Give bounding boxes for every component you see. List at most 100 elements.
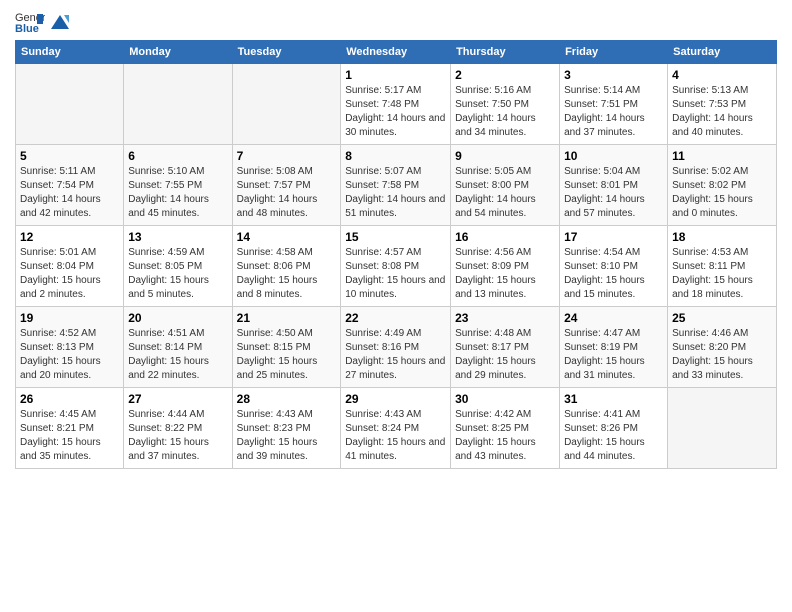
day-number: 22 bbox=[345, 311, 446, 325]
day-info: Sunrise: 5:07 AMSunset: 7:58 PMDaylight:… bbox=[345, 165, 446, 221]
calendar-cell: 28 Sunrise: 4:43 AMSunset: 8:23 PMDayligh… bbox=[232, 388, 341, 469]
day-number: 6 bbox=[128, 149, 227, 163]
calendar-cell bbox=[668, 388, 777, 469]
day-info: Sunrise: 4:54 AMSunset: 8:10 PMDaylight:… bbox=[564, 246, 663, 302]
calendar-cell: 3 Sunrise: 5:14 AMSunset: 7:51 PMDaylight… bbox=[560, 64, 668, 145]
day-number: 1 bbox=[345, 68, 446, 82]
day-number: 20 bbox=[128, 311, 227, 325]
weekday-header-thursday: Thursday bbox=[451, 41, 560, 64]
day-info: Sunrise: 5:08 AMSunset: 7:57 PMDaylight:… bbox=[237, 165, 337, 221]
calendar-cell: 30 Sunrise: 4:42 AMSunset: 8:25 PMDayligh… bbox=[451, 388, 560, 469]
day-number: 23 bbox=[455, 311, 555, 325]
day-number: 3 bbox=[564, 68, 663, 82]
calendar-week-4: 19 Sunrise: 4:52 AMSunset: 8:13 PMDayligh… bbox=[16, 307, 777, 388]
day-info: Sunrise: 4:43 AMSunset: 8:24 PMDaylight:… bbox=[345, 408, 446, 464]
day-info: Sunrise: 5:16 AMSunset: 7:50 PMDaylight:… bbox=[455, 84, 555, 140]
day-number: 29 bbox=[345, 392, 446, 406]
day-number: 28 bbox=[237, 392, 337, 406]
day-info: Sunrise: 4:50 AMSunset: 8:15 PMDaylight:… bbox=[237, 327, 337, 383]
day-number: 9 bbox=[455, 149, 555, 163]
calendar-cell: 17 Sunrise: 4:54 AMSunset: 8:10 PMDayligh… bbox=[560, 226, 668, 307]
calendar-cell: 11 Sunrise: 5:02 AMSunset: 8:02 PMDayligh… bbox=[668, 145, 777, 226]
day-info: Sunrise: 4:51 AMSunset: 8:14 PMDaylight:… bbox=[128, 327, 227, 383]
day-info: Sunrise: 4:47 AMSunset: 8:19 PMDaylight:… bbox=[564, 327, 663, 383]
day-number: 12 bbox=[20, 230, 119, 244]
calendar-cell: 25Sunrise: 4:46 AMSunset: 8:20 PMDayligh… bbox=[668, 307, 777, 388]
calendar-cell: 29 Sunrise: 4:43 AMSunset: 8:24 PMDayligh… bbox=[341, 388, 451, 469]
day-number: 31 bbox=[564, 392, 663, 406]
day-number: 5 bbox=[20, 149, 119, 163]
day-info: Sunrise: 4:49 AMSunset: 8:16 PMDaylight:… bbox=[345, 327, 446, 383]
day-number: 14 bbox=[237, 230, 337, 244]
calendar-cell: 13Sunrise: 4:59 AMSunset: 8:05 PMDayligh… bbox=[124, 226, 232, 307]
calendar-cell: 23 Sunrise: 4:48 AMSunset: 8:17 PMDayligh… bbox=[451, 307, 560, 388]
calendar-cell: 8 Sunrise: 5:07 AMSunset: 7:58 PMDaylight… bbox=[341, 145, 451, 226]
calendar-cell: 20 Sunrise: 4:51 AMSunset: 8:14 PMDayligh… bbox=[124, 307, 232, 388]
day-info: Sunrise: 4:45 AMSunset: 8:21 PMDaylight:… bbox=[20, 408, 119, 464]
calendar-cell: 14Sunrise: 4:58 AMSunset: 8:06 PMDayligh… bbox=[232, 226, 341, 307]
day-info: Sunrise: 4:53 AMSunset: 8:11 PMDaylight:… bbox=[672, 246, 772, 302]
day-number: 2 bbox=[455, 68, 555, 82]
calendar-cell: 16 Sunrise: 4:56 AMSunset: 8:09 PMDayligh… bbox=[451, 226, 560, 307]
day-info: Sunrise: 4:56 AMSunset: 8:09 PMDaylight:… bbox=[455, 246, 555, 302]
calendar-cell: 26 Sunrise: 4:45 AMSunset: 8:21 PMDayligh… bbox=[16, 388, 124, 469]
calendar-week-2: 5Sunrise: 5:11 AMSunset: 7:54 PMDaylight… bbox=[16, 145, 777, 226]
day-info: Sunrise: 4:52 AMSunset: 8:13 PMDaylight:… bbox=[20, 327, 119, 383]
day-number: 25 bbox=[672, 311, 772, 325]
day-number: 11 bbox=[672, 149, 772, 163]
calendar-cell: 5Sunrise: 5:11 AMSunset: 7:54 PMDaylight… bbox=[16, 145, 124, 226]
calendar-cell: 1 Sunrise: 5:17 AMSunset: 7:48 PMDaylight… bbox=[341, 64, 451, 145]
day-number: 27 bbox=[128, 392, 227, 406]
day-info: Sunrise: 5:17 AMSunset: 7:48 PMDaylight:… bbox=[345, 84, 446, 140]
calendar-week-5: 26 Sunrise: 4:45 AMSunset: 8:21 PMDayligh… bbox=[16, 388, 777, 469]
day-number: 30 bbox=[455, 392, 555, 406]
calendar-cell: 24 Sunrise: 4:47 AMSunset: 8:19 PMDayligh… bbox=[560, 307, 668, 388]
day-info: Sunrise: 5:13 AMSunset: 7:53 PMDaylight:… bbox=[672, 84, 772, 140]
weekday-header-friday: Friday bbox=[560, 41, 668, 64]
calendar-cell: 9Sunrise: 5:05 AMSunset: 8:00 PMDaylight… bbox=[451, 145, 560, 226]
day-number: 17 bbox=[564, 230, 663, 244]
day-number: 10 bbox=[564, 149, 663, 163]
logo: General Blue bbox=[15, 10, 70, 34]
calendar-cell bbox=[16, 64, 124, 145]
day-number: 15 bbox=[345, 230, 446, 244]
day-number: 16 bbox=[455, 230, 555, 244]
day-number: 19 bbox=[20, 311, 119, 325]
calendar-cell: 18 Sunrise: 4:53 AMSunset: 8:11 PMDayligh… bbox=[668, 226, 777, 307]
day-number: 26 bbox=[20, 392, 119, 406]
day-info: Sunrise: 5:01 AMSunset: 8:04 PMDaylight:… bbox=[20, 246, 119, 302]
day-number: 18 bbox=[672, 230, 772, 244]
day-info: Sunrise: 4:42 AMSunset: 8:25 PMDaylight:… bbox=[455, 408, 555, 464]
day-info: Sunrise: 4:48 AMSunset: 8:17 PMDaylight:… bbox=[455, 327, 555, 383]
calendar-cell: 12 Sunrise: 5:01 AMSunset: 8:04 PMDayligh… bbox=[16, 226, 124, 307]
day-info: Sunrise: 5:14 AMSunset: 7:51 PMDaylight:… bbox=[564, 84, 663, 140]
day-info: Sunrise: 4:59 AMSunset: 8:05 PMDaylight:… bbox=[128, 246, 227, 302]
day-number: 8 bbox=[345, 149, 446, 163]
calendar-cell bbox=[124, 64, 232, 145]
svg-text:Blue: Blue bbox=[15, 23, 39, 34]
weekday-header-monday: Monday bbox=[124, 41, 232, 64]
day-info: Sunrise: 5:10 AMSunset: 7:55 PMDaylight:… bbox=[128, 165, 227, 221]
day-number: 4 bbox=[672, 68, 772, 82]
weekday-header-sunday: Sunday bbox=[16, 41, 124, 64]
day-info: Sunrise: 4:57 AMSunset: 8:08 PMDaylight:… bbox=[345, 246, 446, 302]
calendar-cell: 7Sunrise: 5:08 AMSunset: 7:57 PMDaylight… bbox=[232, 145, 341, 226]
calendar-week-3: 12 Sunrise: 5:01 AMSunset: 8:04 PMDayligh… bbox=[16, 226, 777, 307]
calendar-cell: 2 Sunrise: 5:16 AMSunset: 7:50 PMDaylight… bbox=[451, 64, 560, 145]
calendar-cell: 19 Sunrise: 4:52 AMSunset: 8:13 PMDayligh… bbox=[16, 307, 124, 388]
day-info: Sunrise: 5:02 AMSunset: 8:02 PMDaylight:… bbox=[672, 165, 772, 221]
day-number: 24 bbox=[564, 311, 663, 325]
page-header: General Blue bbox=[15, 10, 777, 34]
calendar-cell: 6 Sunrise: 5:10 AMSunset: 7:55 PMDaylight… bbox=[124, 145, 232, 226]
weekday-header-row: SundayMondayTuesdayWednesdayThursdayFrid… bbox=[16, 41, 777, 64]
weekday-header-tuesday: Tuesday bbox=[232, 41, 341, 64]
day-info: Sunrise: 4:44 AMSunset: 8:22 PMDaylight:… bbox=[128, 408, 227, 464]
calendar-cell: 4 Sunrise: 5:13 AMSunset: 7:53 PMDaylight… bbox=[668, 64, 777, 145]
calendar-cell: 15 Sunrise: 4:57 AMSunset: 8:08 PMDayligh… bbox=[341, 226, 451, 307]
day-info: Sunrise: 5:04 AMSunset: 8:01 PMDaylight:… bbox=[564, 165, 663, 221]
calendar-week-1: 1 Sunrise: 5:17 AMSunset: 7:48 PMDaylight… bbox=[16, 64, 777, 145]
weekday-header-saturday: Saturday bbox=[668, 41, 777, 64]
weekday-header-wednesday: Wednesday bbox=[341, 41, 451, 64]
day-info: Sunrise: 4:43 AMSunset: 8:23 PMDaylight:… bbox=[237, 408, 337, 464]
logo-icon: General Blue bbox=[15, 10, 45, 34]
